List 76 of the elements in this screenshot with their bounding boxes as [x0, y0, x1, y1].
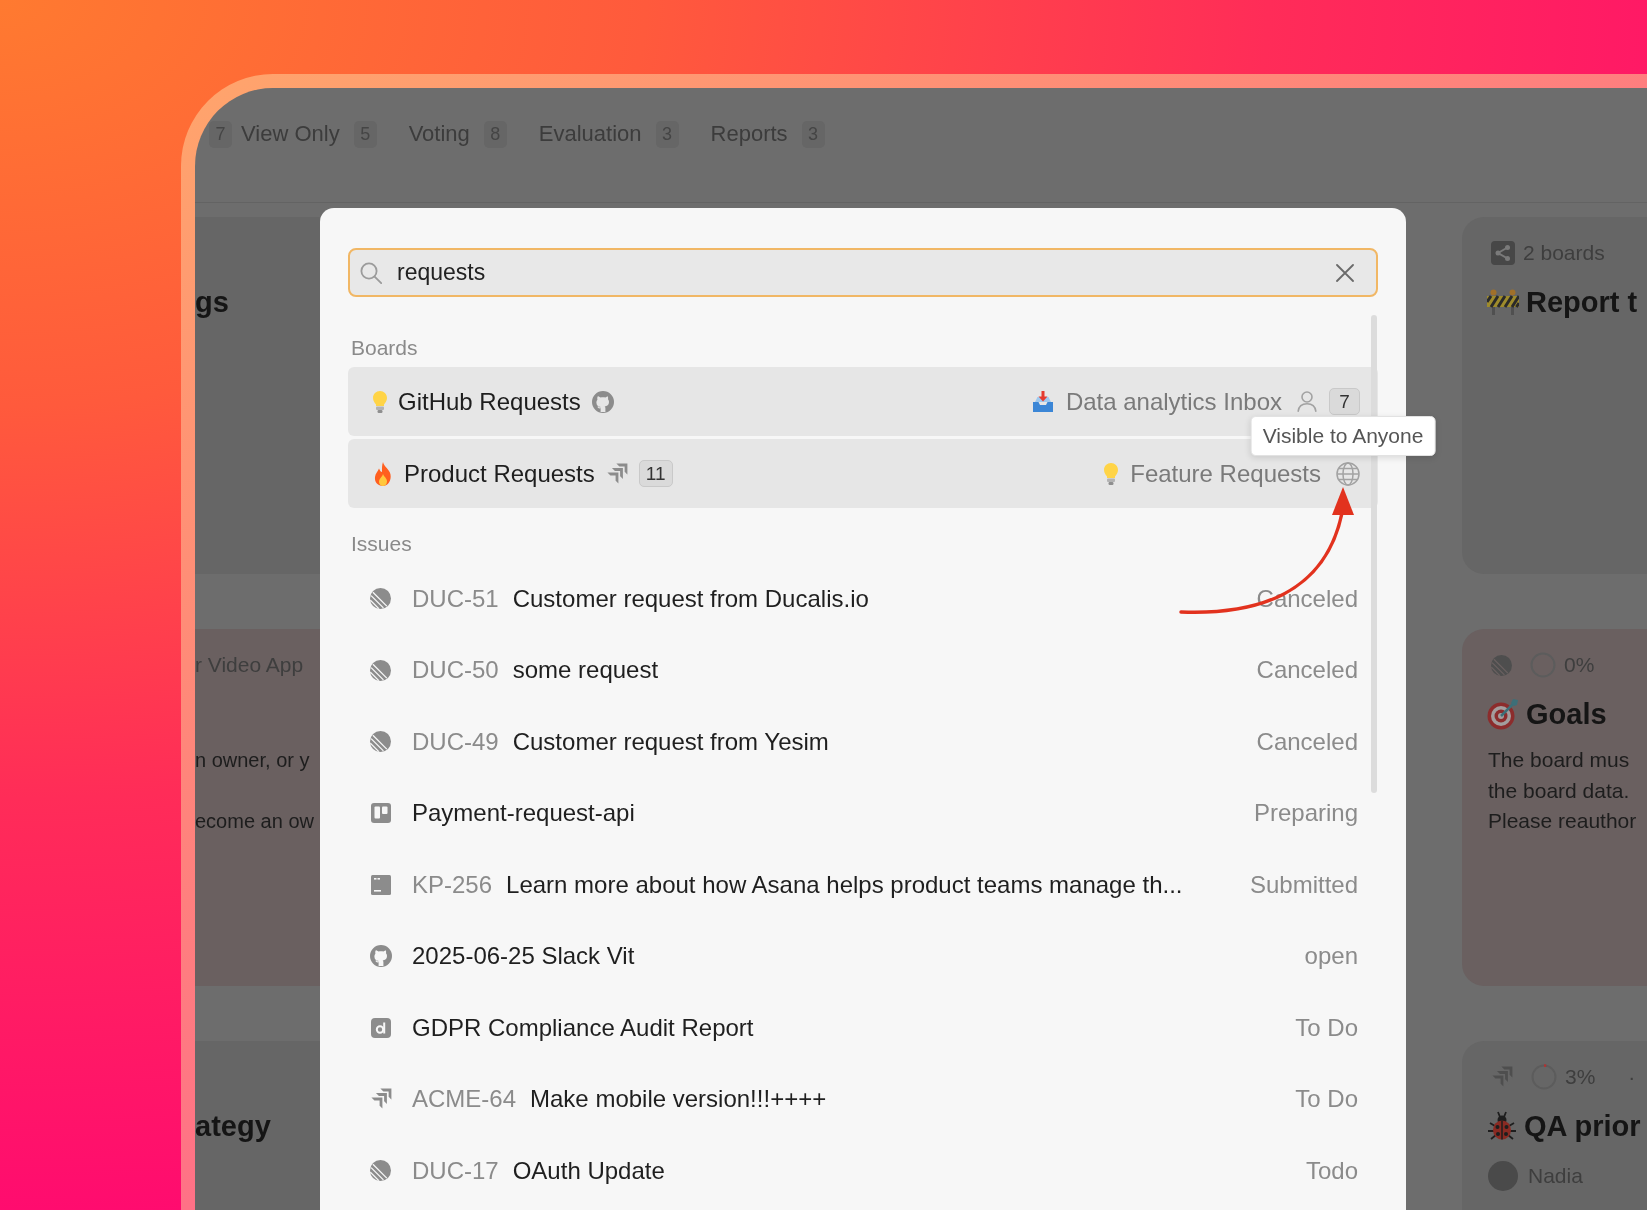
light-bulb-icon — [1104, 462, 1119, 485]
card-description: The board mus the board data. Please reauthor — [1488, 747, 1638, 834]
board-target-name: Feature Requests — [1130, 459, 1321, 488]
share-icon — [1491, 241, 1515, 265]
striped-circle-icon — [370, 588, 391, 610]
close-icon — [1336, 263, 1354, 282]
issue-row[interactable]: DUC-17 OAuth Update Todo — [348, 1135, 1378, 1207]
issue-title: OAuth Update — [512, 1156, 665, 1185]
d-tile-icon — [370, 1017, 391, 1038]
board-name: Product Requests — [404, 459, 595, 488]
issue-row[interactable]: ACME-64 Make mobile version!!!++++ To Do — [348, 1063, 1378, 1135]
flame-icon — [373, 461, 393, 486]
github-icon — [591, 390, 614, 413]
card-title: gs — [195, 285, 229, 319]
issue-row[interactable]: DUC-49 Customer request from Yesim Canceled — [348, 706, 1378, 778]
issue-row[interactable]: 2025-06-25 Slack Vit open — [348, 920, 1378, 992]
issue-title: some request — [512, 656, 659, 685]
chevrons-icon — [1491, 1066, 1513, 1088]
issue-status: Preparing — [1252, 799, 1358, 828]
issue-row[interactable]: GDPR Compliance Audit Report To Do — [348, 992, 1378, 1064]
issue-key: DUC-49 — [412, 727, 499, 756]
striped-circle-icon — [370, 659, 391, 681]
progress-ring-icon — [1531, 1064, 1557, 1090]
issue-status: open — [1303, 942, 1358, 971]
issue-key: KP-256 — [412, 870, 493, 899]
striped-circle-icon — [370, 731, 391, 753]
issue-status: Canceled — [1255, 656, 1358, 685]
issue-key: DUC-51 — [412, 584, 499, 613]
issue-status: Submitted — [1248, 870, 1358, 899]
search-input[interactable]: requests — [397, 257, 1324, 288]
issue-key: ACME-64 — [412, 1085, 517, 1114]
section-label: Boards — [350, 336, 419, 360]
inbox-tray-icon — [1031, 390, 1054, 413]
striped-circle-icon — [370, 1160, 391, 1182]
card-title: Goals — [1526, 697, 1607, 731]
section-label: Issues — [350, 532, 413, 556]
issue-status: To Do — [1294, 1085, 1358, 1114]
target-icon — [1487, 698, 1519, 730]
issue-row[interactable]: DUC-50 some request Canceled — [348, 634, 1378, 706]
columns-icon — [370, 803, 391, 824]
ladybug-icon — [1487, 1111, 1517, 1141]
github-icon — [369, 945, 392, 968]
issue-key: DUC-17 — [412, 1156, 499, 1185]
card-title: Report t — [1526, 285, 1638, 319]
board-name: GitHub Requests — [398, 387, 581, 416]
issue-status: Todo — [1304, 1156, 1358, 1185]
barrier-icon — [1487, 289, 1519, 315]
card-title: ategy — [195, 1109, 271, 1143]
issue-row[interactable]: Payment-request-api Preparing — [348, 777, 1378, 849]
issue-title: GDPR Compliance Audit Report — [412, 1013, 754, 1042]
issue-title: Customer request from Ducalis.io — [512, 584, 869, 613]
search-icon — [360, 261, 382, 284]
tile-icon — [370, 874, 391, 895]
issue-status: To Do — [1294, 1013, 1358, 1042]
issue-title: Make mobile version!!!++++ — [530, 1085, 827, 1114]
striped-circle-icon — [1491, 654, 1512, 676]
avatar — [1488, 1161, 1518, 1191]
count-badge: 11 — [638, 460, 673, 487]
card-description: n owner, or y ecome an ow — [195, 748, 315, 834]
chevrons-icon — [369, 1088, 392, 1111]
search-field[interactable]: requests — [348, 248, 1378, 297]
issue-key: DUC-50 — [412, 656, 499, 685]
issue-title: 2025-06-25 Slack Vit — [412, 942, 635, 971]
chevrons-icon — [605, 462, 628, 485]
clear-button[interactable] — [1336, 263, 1354, 282]
issue-title: Learn more about how Asana helps product teams manage th... — [506, 870, 1183, 899]
count-badge: 7 — [1329, 388, 1360, 415]
issue-row[interactable]: KP-256 Learn more about how Asana helps product teams manage th... Submitted — [348, 849, 1378, 921]
issue-title: Payment-request-api — [412, 799, 635, 828]
board-target-name: Data analytics Inbox — [1065, 387, 1282, 416]
card-title: QA prior — [1524, 1109, 1641, 1143]
issue-status: Canceled — [1255, 727, 1358, 756]
light-bulb-icon — [373, 390, 387, 413]
separator: · — [1628, 1065, 1636, 1089]
issue-title: Customer request from Yesim — [512, 727, 829, 756]
tooltip: Visible to Anyone — [1250, 416, 1436, 456]
